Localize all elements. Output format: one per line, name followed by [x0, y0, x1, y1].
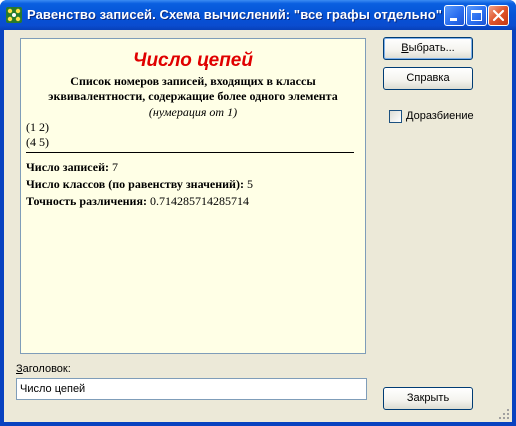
resize-grip-icon[interactable] — [498, 408, 510, 420]
app-icon — [6, 7, 22, 23]
minimize-icon — [450, 18, 457, 21]
stat-value: 7 — [108, 160, 118, 174]
subdivide-label-text: оразбиение — [413, 110, 474, 122]
help-button[interactable]: Справка — [383, 67, 473, 90]
subdivide-label-mnemonic: Д — [406, 110, 414, 122]
group-item: (1 2) — [26, 120, 49, 134]
subdivide-label[interactable]: Доразбиение — [406, 110, 474, 122]
report-subtitle: Список номеров записей, входящих в класс… — [48, 74, 338, 103]
maximize-button[interactable] — [466, 5, 487, 26]
select-button[interactable]: Выбрать... — [383, 37, 473, 60]
minimize-button[interactable] — [444, 5, 465, 26]
select-button-label: ыбрать... — [408, 42, 455, 54]
stat-records: Число записей: 7 — [26, 160, 118, 175]
report-view[interactable]: Число цепей Список номеров записей, вход… — [20, 38, 366, 354]
stat-label: Число записей: — [26, 160, 109, 174]
close-window-button[interactable] — [488, 5, 509, 26]
dialog-client-area: Число цепей Список номеров записей, вход… — [4, 30, 512, 422]
select-button-mnemonic: В — [401, 42, 409, 54]
close-icon — [492, 9, 505, 22]
report-heading: Число цепей — [133, 50, 253, 71]
window-title: Равенство записей. Схема вычислений: "вс… — [27, 7, 443, 22]
caption-label-text: аголовок: — [22, 363, 71, 375]
maximize-icon — [471, 10, 482, 21]
stat-value: 0.714285714285714 — [146, 194, 249, 208]
stat-value: 5 — [243, 177, 253, 191]
close-button[interactable]: Закрыть — [383, 387, 473, 410]
subdivide-checkbox[interactable] — [389, 110, 402, 123]
caption-label: Заголовок: — [16, 363, 71, 375]
caption-input[interactable]: Число цепей — [16, 378, 367, 400]
caption-label-mnemonic: З — [16, 363, 23, 375]
stat-label: Число классов (по равенству значений): — [26, 177, 244, 191]
stat-accuracy: Точность различения: 0.714285714285714 — [26, 194, 249, 209]
report-separator — [26, 152, 354, 153]
group-item: (4 5) — [26, 135, 49, 149]
stat-label: Точность различения: — [26, 194, 147, 208]
dialog-window: Равенство записей. Схема вычислений: "вс… — [0, 0, 516, 426]
stat-classes: Число классов (по равенству значений): 5 — [26, 177, 253, 192]
window-frame-right — [512, 30, 516, 426]
title-bar[interactable]: Равенство записей. Схема вычислений: "вс… — [0, 0, 516, 30]
window-frame-bottom — [0, 422, 516, 426]
report-note: (нумерация от 1) — [148, 105, 238, 119]
